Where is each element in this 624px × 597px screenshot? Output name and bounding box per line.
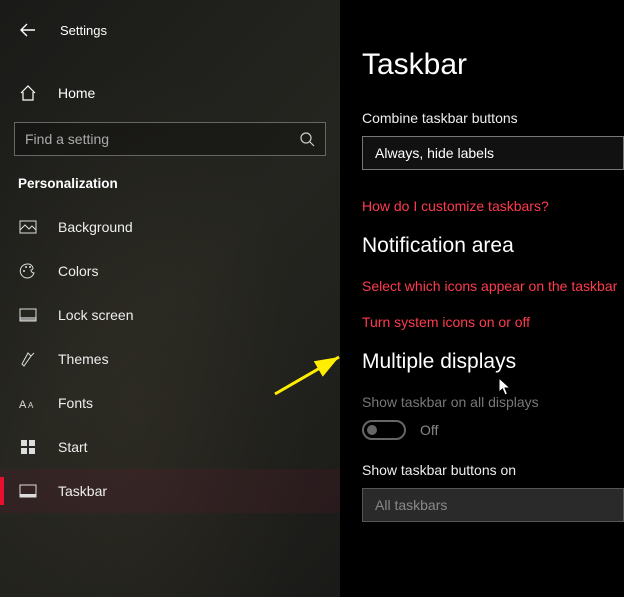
show-all-toggle[interactable]	[362, 420, 406, 440]
sidebar-item-taskbar[interactable]: Taskbar	[0, 469, 340, 513]
home-label: Home	[58, 85, 95, 101]
page-title: Taskbar	[362, 48, 624, 82]
combine-dropdown[interactable]: Always, hide labels	[362, 136, 624, 170]
back-button[interactable]	[16, 18, 40, 42]
fonts-icon: AA	[18, 396, 38, 411]
header-row: Settings	[0, 14, 340, 46]
themes-icon	[18, 350, 38, 368]
dropdown-value: All taskbars	[375, 497, 447, 513]
sidebar-item-start[interactable]: Start	[0, 425, 340, 469]
toggle-row: Off	[362, 420, 624, 440]
sidebar-item-fonts[interactable]: AA Fonts	[0, 381, 340, 425]
search-icon	[299, 131, 315, 147]
palette-icon	[18, 262, 38, 280]
settings-title: Settings	[60, 23, 107, 38]
settings-sidebar: Settings Home Personalization Background…	[0, 0, 340, 597]
taskbar-icon	[18, 484, 38, 498]
start-icon	[18, 439, 38, 455]
section-label: Personalization	[0, 156, 340, 205]
sidebar-item-background[interactable]: Background	[0, 205, 340, 249]
multi-displays-heading: Multiple displays	[362, 350, 624, 374]
lockscreen-icon	[18, 308, 38, 322]
svg-text:A: A	[19, 399, 27, 411]
toggle-state: Off	[420, 422, 438, 438]
back-arrow-icon	[19, 21, 37, 39]
notification-heading: Notification area	[362, 234, 624, 258]
sidebar-item-themes[interactable]: Themes	[0, 337, 340, 381]
show-all-label: Show taskbar on all displays	[362, 394, 624, 410]
home-nav[interactable]: Home	[0, 72, 340, 114]
dropdown-value: Always, hide labels	[375, 145, 494, 161]
sidebar-item-label: Background	[58, 219, 133, 235]
system-icons-link[interactable]: Turn system icons on or off	[362, 314, 624, 330]
show-buttons-label: Show taskbar buttons on	[362, 462, 624, 478]
main-content: Taskbar Combine taskbar buttons Always, …	[340, 0, 624, 597]
sidebar-item-label: Taskbar	[58, 483, 107, 499]
customize-link[interactable]: How do I customize taskbars?	[362, 198, 624, 214]
home-icon	[18, 84, 38, 102]
search-box[interactable]	[14, 122, 326, 156]
search-input[interactable]	[25, 131, 299, 147]
combine-label: Combine taskbar buttons	[362, 110, 624, 126]
sidebar-item-label: Lock screen	[58, 307, 133, 323]
sidebar-item-label: Colors	[58, 263, 98, 279]
sidebar-item-label: Fonts	[58, 395, 93, 411]
svg-text:A: A	[28, 401, 34, 410]
sidebar-item-lockscreen[interactable]: Lock screen	[0, 293, 340, 337]
show-buttons-dropdown[interactable]: All taskbars	[362, 488, 624, 522]
picture-icon	[18, 220, 38, 234]
select-icons-link[interactable]: Select which icons appear on the taskbar	[362, 278, 624, 294]
sidebar-item-label: Start	[58, 439, 88, 455]
sidebar-item-colors[interactable]: Colors	[0, 249, 340, 293]
sidebar-item-label: Themes	[58, 351, 109, 367]
